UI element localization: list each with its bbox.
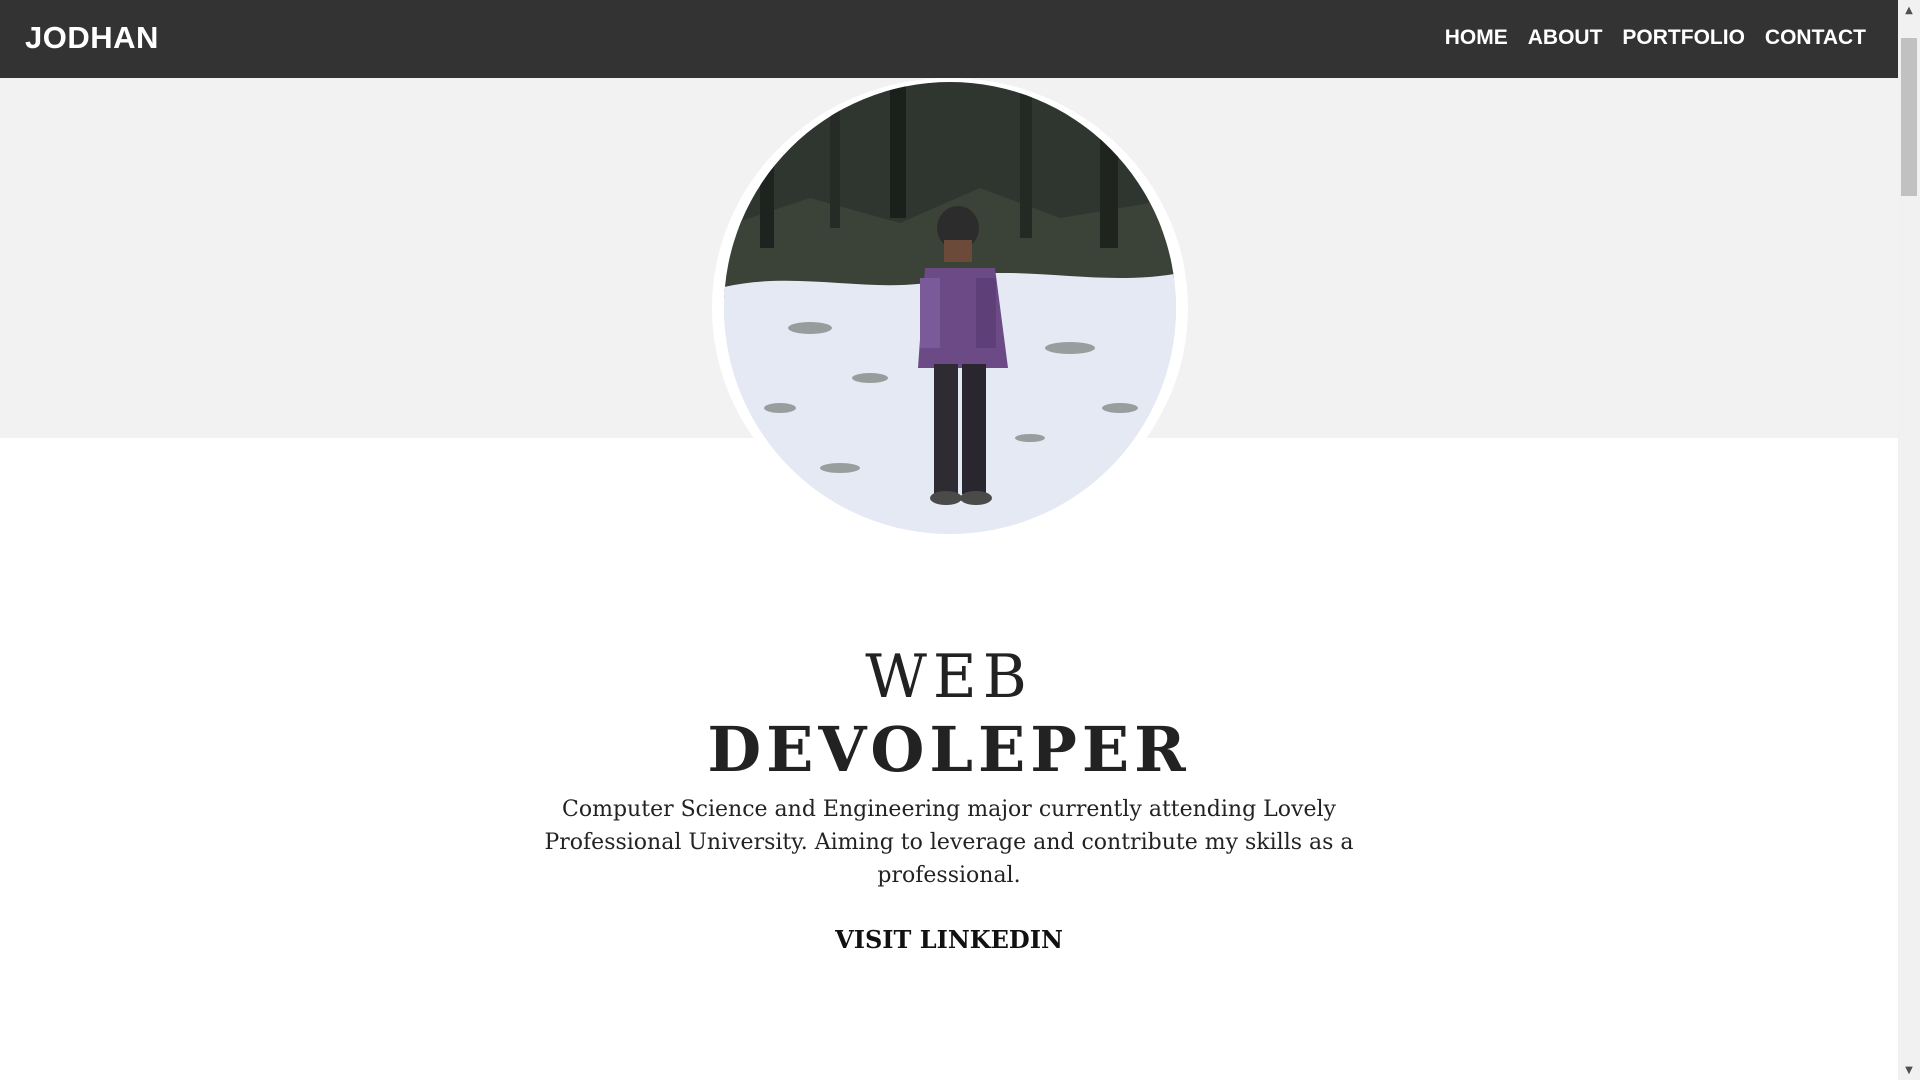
vertical-scrollbar[interactable]: ▲ ▼ (1898, 0, 1920, 1080)
brand-logo[interactable]: JODHAN (25, 20, 159, 56)
profile-photo (712, 78, 1188, 538)
hero-bio: Computer Science and Engineering major c… (544, 797, 1354, 888)
visit-linkedin-link[interactable]: VISIT LINKEDIN (835, 925, 1063, 954)
hero-title-light: WEB (865, 642, 1033, 712)
nav-item-portfolio[interactable]: PORTFOLIO (1622, 26, 1745, 50)
nav-menu: HOME ABOUT PORTFOLIO CONTACT (1445, 26, 1866, 50)
nav-item-contact[interactable]: CONTACT (1765, 26, 1866, 50)
hero-title-bold: DEVOLEPER (707, 713, 1191, 786)
scrollbar-thumb[interactable] (1901, 38, 1917, 196)
linkedin-cta: VISIT LINKEDIN (0, 925, 1898, 954)
navbar: JODHAN HOME ABOUT PORTFOLIO CONTACT (0, 0, 1898, 78)
nav-item-about[interactable]: ABOUT (1528, 26, 1603, 50)
nav-item-home[interactable]: HOME (1445, 26, 1508, 50)
scroll-up-arrow-icon[interactable]: ▲ (1898, 0, 1920, 20)
scroll-down-arrow-icon[interactable]: ▼ (1898, 1060, 1920, 1080)
profile-photo-image (724, 82, 1176, 534)
